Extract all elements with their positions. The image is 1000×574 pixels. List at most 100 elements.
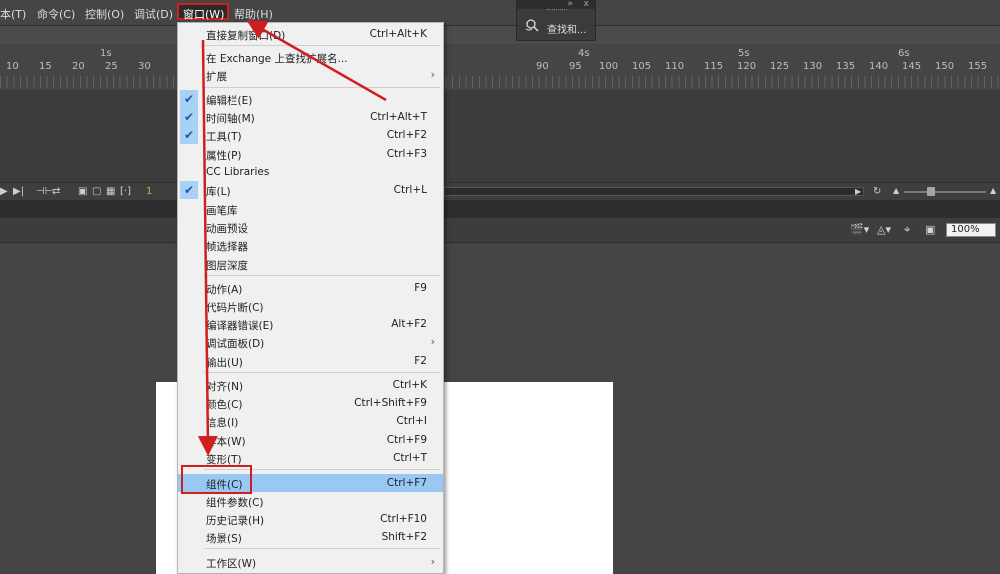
menu-item-label: 场景(S) — [206, 533, 242, 545]
ruler-frame-label: 140 — [869, 61, 889, 72]
menu-item-shortcut: Ctrl+Alt+K — [369, 28, 427, 40]
loop-icon[interactable]: ⇄ — [52, 186, 60, 197]
menu-item-properties[interactable]: 属性(P) Ctrl+F3 — [178, 145, 443, 163]
submenu-arrow-icon: › — [430, 68, 435, 81]
zoom-field[interactable]: 100% — [946, 223, 996, 237]
timeline-scrollbar[interactable] — [444, 187, 864, 196]
menu-item-scene[interactable]: 场景(S) Shift+F2 — [178, 528, 443, 546]
menu-item-label: 代码片断(C) — [206, 302, 264, 314]
menu-item-label: 画笔库 — [206, 205, 238, 217]
play-icon[interactable]: ▶ — [0, 186, 8, 197]
menu-item-label: 帧选择器 — [206, 241, 248, 253]
menu-item-workspace[interactable]: 工作区(W) › — [178, 553, 443, 571]
menu-item-history[interactable]: 历史记录(H) Ctrl+F10 — [178, 510, 443, 528]
menu-separator — [204, 372, 440, 373]
menu-item-library[interactable]: ✔ 库(L) Ctrl+L — [178, 181, 443, 199]
checkmark-icon: ✔ — [180, 126, 198, 144]
menu-item-tools[interactable]: ✔ 工具(T) Ctrl+F2 — [178, 126, 443, 144]
menu-item-label: 样本(W) — [206, 436, 246, 448]
menu-item-swatches[interactable]: 样本(W) Ctrl+F9 — [178, 431, 443, 449]
menu-item-label: 信息(I) — [206, 417, 239, 429]
ruler-second-label: 4s — [578, 48, 590, 59]
collapse-icon[interactable]: » — [567, 0, 573, 9]
ruler-ticks — [0, 76, 1000, 88]
grip-icon[interactable] — [547, 9, 567, 12]
timeline-layers-area[interactable] — [0, 90, 1000, 182]
menu-item-color[interactable]: 颜色(C) Ctrl+Shift+F9 — [178, 394, 443, 412]
menu-item-frame-picker[interactable]: 帧选择器 — [178, 236, 443, 254]
menu-item-extensions[interactable]: 扩展 › — [178, 66, 443, 84]
ruler-frame-label: 110 — [665, 61, 685, 72]
menu-item-shortcut: Ctrl+T — [393, 452, 427, 464]
menu-item-label: 编译器错误(E) — [206, 320, 274, 332]
annotation-highlight-box — [181, 465, 252, 494]
onion-skin-icon[interactable]: ▣ — [78, 186, 87, 197]
menu-item-shortcut: Ctrl+F3 — [386, 148, 427, 160]
onion-outline-icon[interactable]: ▢ — [92, 186, 101, 197]
edit-multiple-icon[interactable]: ▦ — [106, 186, 115, 197]
checkmark-icon: ✔ — [180, 108, 198, 126]
onion-markers-icon[interactable]: [·] — [120, 186, 131, 197]
rotate-icon[interactable]: ↻ — [873, 186, 881, 197]
zoom-in-icon[interactable]: ▲ — [990, 186, 996, 195]
menu-item-timeline[interactable]: ✔ 时间轴(M) Ctrl+Alt+T — [178, 108, 443, 126]
menu-item-motion-presets[interactable]: 动画预设 — [178, 218, 443, 236]
menu-debug[interactable]: 调试(D) — [134, 6, 173, 22]
menu-item-brush-library[interactable]: 画笔库 — [178, 200, 443, 218]
menu-item-label: 工具(T) — [206, 131, 242, 143]
menu-separator — [204, 275, 440, 276]
submenu-arrow-icon: › — [430, 555, 435, 568]
timeline-ruler[interactable]: 1s 4s 5s 6s 10 15 20 25 30 90 95 100 105… — [0, 44, 1000, 90]
menu-item-shortcut: Ctrl+F2 — [386, 129, 427, 141]
menu-control[interactable]: 控制(O) — [85, 6, 124, 22]
menu-item-shortcut: Ctrl+L — [393, 184, 427, 196]
menu-item-info[interactable]: 信息(I) Ctrl+I — [178, 412, 443, 430]
menu-item-align[interactable]: 对齐(N) Ctrl+K — [178, 376, 443, 394]
checkmark-icon: ✔ — [180, 90, 198, 108]
menu-item-edit-bar[interactable]: ✔ 编辑栏(E) — [178, 90, 443, 108]
scroll-right-icon[interactable]: ▶ — [855, 187, 861, 196]
find-panel[interactable]: » x 查找和... — [516, 0, 596, 41]
menu-item-code-snippets[interactable]: 代码片断(C) — [178, 297, 443, 315]
edit-bar — [0, 200, 1000, 218]
center-frame-icon[interactable]: ⊣⊢ — [36, 186, 53, 197]
menu-command[interactable]: 命令(C) — [37, 6, 75, 22]
menu-item-label: 时间轴(M) — [206, 113, 255, 125]
ruler-frame-label: 130 — [803, 61, 823, 72]
find-panel-label: 查找和... — [547, 25, 587, 36]
menu-item-duplicate-window[interactable]: 直接复制窗口(D) Ctrl+Alt+K — [178, 25, 443, 43]
symbol-icon[interactable]: ◬▾ — [877, 223, 891, 236]
menu-item-label: CC Libraries — [206, 166, 270, 178]
clip-stage-icon[interactable]: ▣ — [925, 223, 935, 236]
clapper-icon[interactable]: 🎬▾ — [850, 223, 869, 236]
center-stage-icon[interactable]: ⌖ — [904, 223, 910, 237]
timeline-zoom-slider[interactable] — [904, 191, 986, 193]
menu-item-label: 输出(U) — [206, 357, 243, 369]
close-icon[interactable]: x — [584, 0, 589, 9]
menu-item-label: 工作区(W) — [206, 558, 257, 570]
menu-item-component-parameters[interactable]: 组件参数(C) — [178, 492, 443, 510]
menu-item-cc-libraries[interactable]: CC Libraries — [178, 163, 443, 181]
menu-item-output[interactable]: 输出(U) F2 — [178, 352, 443, 370]
menu-item-actions[interactable]: 动作(A) F9 — [178, 279, 443, 297]
ruler-frame-label: 105 — [632, 61, 652, 72]
menu-window[interactable]: 窗口(W) — [177, 3, 229, 21]
menu-item-exchange[interactable]: 在 Exchange 上查找扩展名... — [178, 48, 443, 66]
menu-item-shortcut: Ctrl+K — [392, 379, 427, 391]
menu-item-debug-panels[interactable]: 调试面板(D) › — [178, 333, 443, 351]
menu-item-compiler-errors[interactable]: 编译器错误(E) Alt+F2 — [178, 315, 443, 333]
menu-item-label: 属性(P) — [206, 150, 242, 162]
ruler-frame-label: 125 — [770, 61, 790, 72]
menu-item-shortcut: F9 — [414, 282, 427, 294]
menu-item-shortcut: Ctrl+F9 — [386, 434, 427, 446]
menu-help[interactable]: 帮助(H) — [234, 6, 273, 22]
zoom-out-icon[interactable]: ▲ — [893, 186, 899, 195]
timeline-toolbar — [0, 26, 1000, 44]
ruler-frame-label: 10 — [6, 61, 19, 72]
menu-item-label: 历史记录(H) — [206, 515, 265, 527]
step-forward-icon[interactable]: ▶| — [13, 186, 24, 197]
menu-text[interactable]: 本(T) — [0, 6, 26, 22]
timeline-zoom-thumb[interactable] — [927, 187, 935, 196]
menu-item-label: 对齐(N) — [206, 381, 244, 393]
menu-item-layer-depth[interactable]: 图层深度 — [178, 255, 443, 273]
